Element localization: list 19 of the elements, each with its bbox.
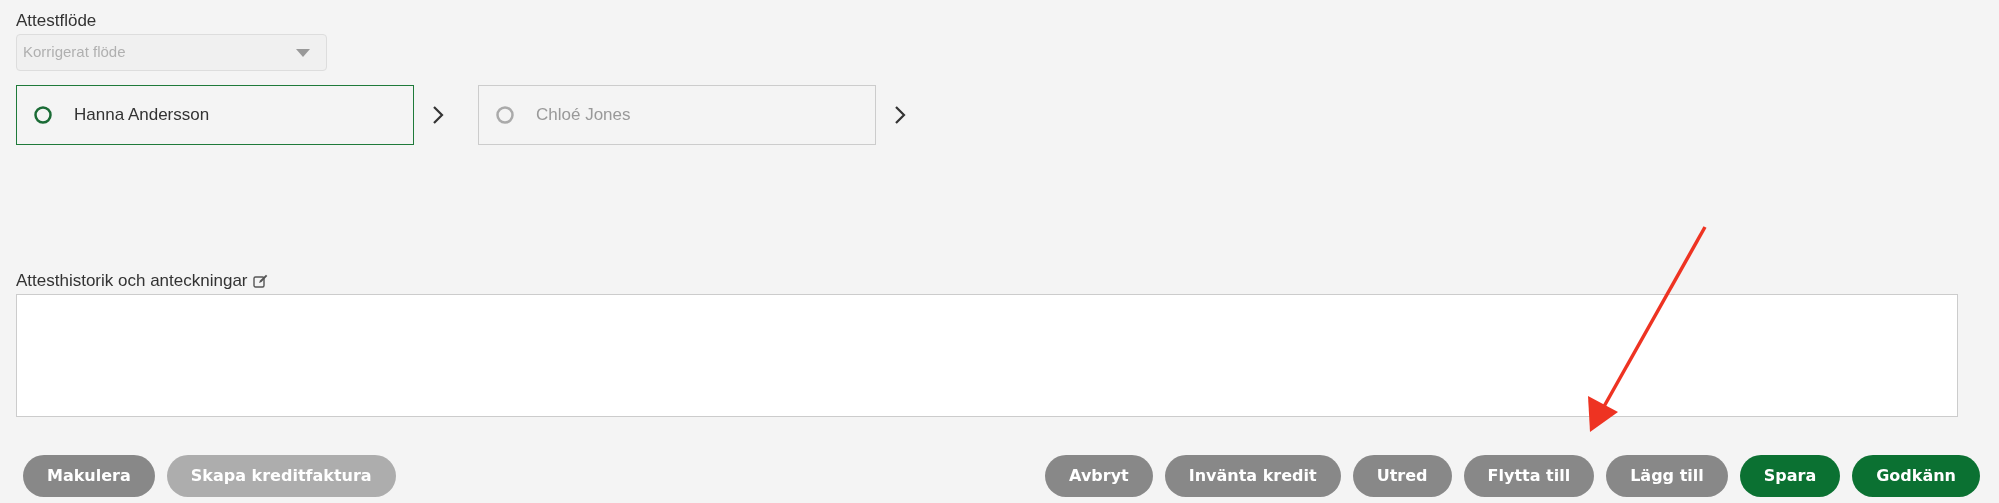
caret-down-icon: [296, 48, 310, 57]
approver-step[interactable]: Chloé Jones: [478, 85, 876, 145]
action-button[interactable]: Makulera: [23, 455, 155, 497]
flow-label: Attestflöde: [16, 10, 98, 31]
action-button[interactable]: Invänta kredit: [1164, 455, 1341, 497]
approver-step[interactable]: Hanna Andersson: [16, 85, 414, 145]
notes-field[interactable]: [16, 294, 1958, 417]
circle-icon: [34, 106, 52, 124]
circle-icon: [496, 106, 514, 124]
chevron-right-icon: [894, 105, 906, 125]
primary-button[interactable]: Godkänn: [1852, 455, 1980, 497]
chevron-right-icon: [432, 105, 444, 125]
action-button[interactable]: Avbryt: [1045, 455, 1153, 497]
action-button[interactable]: Utred: [1352, 455, 1452, 497]
action-button[interactable]: Flytta till: [1463, 455, 1595, 497]
action-button[interactable]: Lägg till: [1606, 455, 1728, 497]
edit-icon[interactable]: [252, 274, 268, 288]
primary-button[interactable]: Spara: [1739, 455, 1841, 497]
notes-label: Attesthistorik och anteckningar: [16, 271, 248, 291]
